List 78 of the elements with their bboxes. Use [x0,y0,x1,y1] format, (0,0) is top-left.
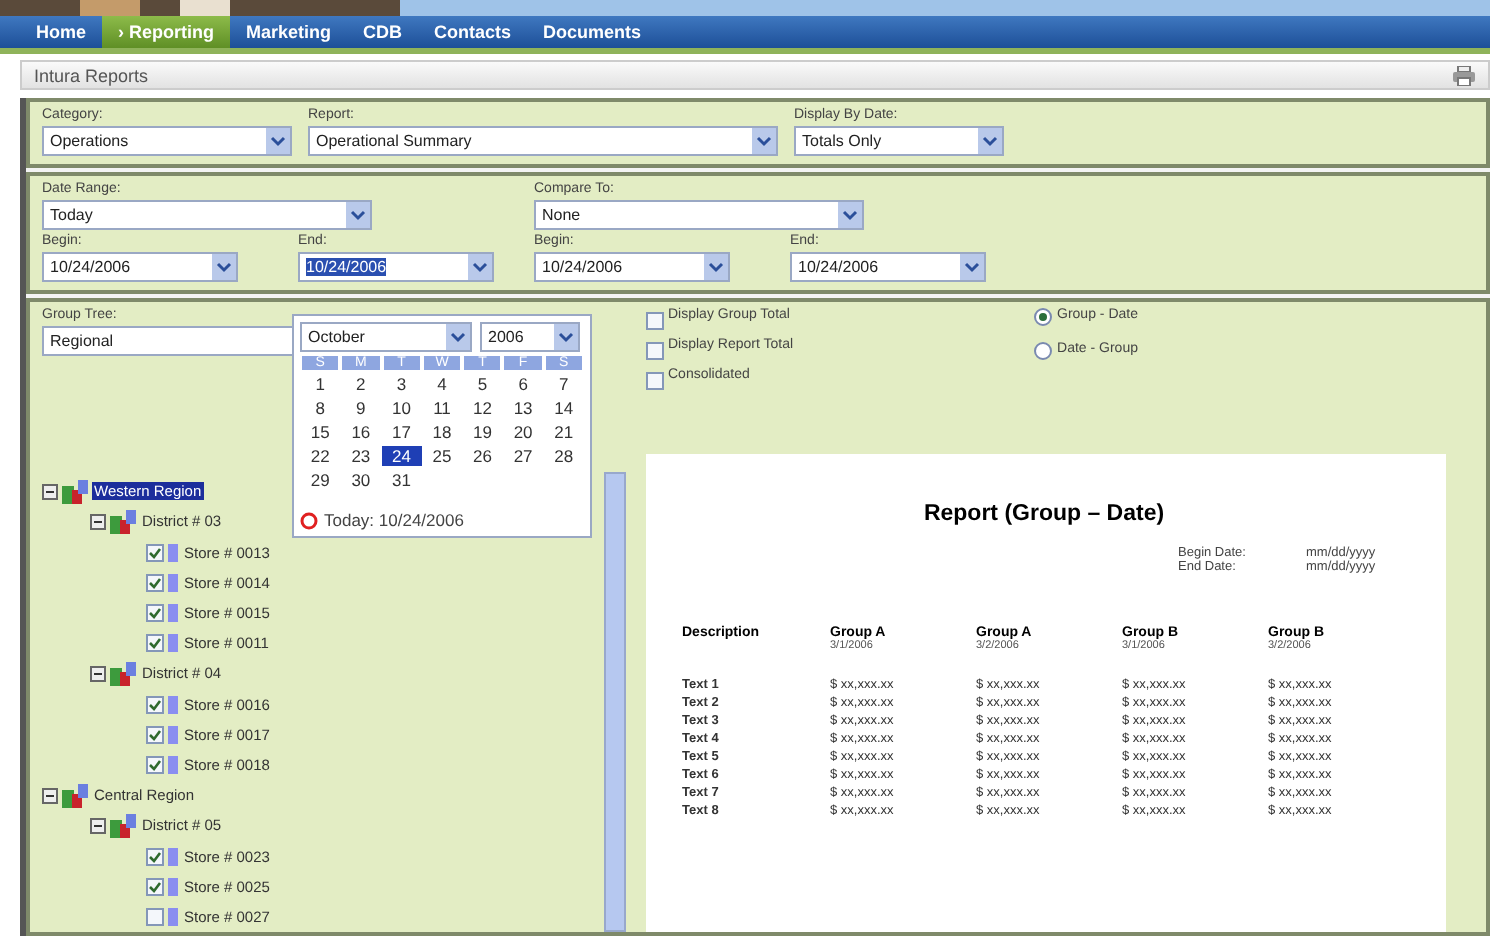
calendar-day[interactable]: 2 [340,374,382,394]
calendar-day[interactable]: 10 [381,398,422,418]
collapse-icon[interactable] [90,513,106,530]
nav-tab[interactable]: Home [20,16,103,49]
checkbox[interactable] [146,634,164,653]
calendar-day[interactable]: 17 [381,422,422,442]
checkbox[interactable] [146,847,164,866]
report-title: Report (Group – Date) [921,502,1167,526]
calendar-day[interactable]: 8 [300,398,341,418]
group-icon [110,661,136,686]
calendar-day[interactable]: 7 [543,374,584,394]
nav-tab[interactable]: CDB [347,16,419,49]
nav-tab[interactable]: Contacts [418,16,528,49]
calendar-day[interactable]: 22 [300,446,341,466]
nav-tab[interactable]: Documents [527,16,658,49]
calendar-day[interactable]: 25 [421,446,463,466]
today-link[interactable]: Today: 10/24/2006 [300,510,584,530]
radio-button[interactable] [1033,308,1052,326]
group-icon [62,479,88,504]
group-icon [110,813,136,838]
checkbox[interactable] [146,877,164,896]
calendar-day[interactable]: 12 [462,398,503,418]
month-dropdown[interactable]: October [300,322,472,352]
calendar-day[interactable]: 15 [300,422,341,442]
calendar-day[interactable]: 30 [340,470,382,490]
calendar-day[interactable]: 23 [340,446,382,466]
calendar-day[interactable]: 6 [502,374,544,394]
checkbox[interactable] [146,603,164,622]
calendar-day[interactable]: 19 [462,422,503,442]
dropdown[interactable]: Today [42,200,372,230]
calendar-day[interactable]: 31 [381,470,422,490]
checkbox[interactable] [146,725,164,744]
checkbox[interactable] [146,543,164,561]
nav-tab[interactable]: Marketing [230,16,348,49]
scrollbar[interactable] [604,472,626,932]
calendar-day[interactable]: 18 [421,422,463,442]
checkbox[interactable] [146,573,164,592]
calendar-day[interactable]: 24 [381,446,422,466]
calendar-day[interactable]: 4 [421,374,463,394]
calendar-day[interactable]: 20 [502,422,544,442]
calendar-day[interactable]: 9 [340,398,382,418]
collapse-icon[interactable] [90,665,106,682]
page-title: Intura Reports [34,65,149,86]
checkbox[interactable] [146,907,164,926]
calendar-day[interactable]: 1 [300,374,341,394]
calendar-day[interactable]: 3 [381,374,422,394]
calendar-day[interactable]: 13 [502,398,544,418]
collapse-icon[interactable] [42,483,58,500]
calendar-day[interactable]: 14 [543,398,584,418]
radio-button[interactable] [1033,342,1052,360]
calendar-day[interactable]: 11 [421,398,463,418]
calendar-day[interactable]: 21 [543,422,584,442]
collapse-icon[interactable] [42,787,58,804]
checkbox[interactable] [146,695,164,714]
dropdown[interactable]: Operations [42,126,292,156]
date-field[interactable]: 10/24/2006 [534,252,730,282]
circle-icon [300,511,318,529]
calendar-day[interactable]: 28 [543,446,584,466]
date-field[interactable]: 10/24/2006 [42,252,238,282]
print-icon[interactable] [1452,65,1476,86]
dropdown[interactable]: Totals Only [794,126,1004,156]
calendar-day[interactable]: 5 [462,374,503,394]
dropdown[interactable]: None [534,200,864,230]
calendar-day[interactable]: 29 [300,470,341,490]
year-dropdown[interactable]: 2006 [480,322,580,352]
calendar-day[interactable]: 27 [502,446,544,466]
group-icon [110,509,136,534]
date-field[interactable]: 10/24/2006 [790,252,986,282]
checkbox[interactable] [646,372,664,390]
calendar-day[interactable]: 16 [340,422,382,442]
collapse-icon[interactable] [90,817,106,834]
checkbox[interactable] [146,755,164,774]
group-icon [62,783,88,808]
checkbox[interactable] [646,312,664,330]
calendar-day[interactable]: 26 [462,446,503,466]
dropdown[interactable]: Operational Summary [308,126,778,156]
date-field[interactable]: 10/24/2006 [298,252,494,282]
checkbox[interactable] [646,342,664,360]
